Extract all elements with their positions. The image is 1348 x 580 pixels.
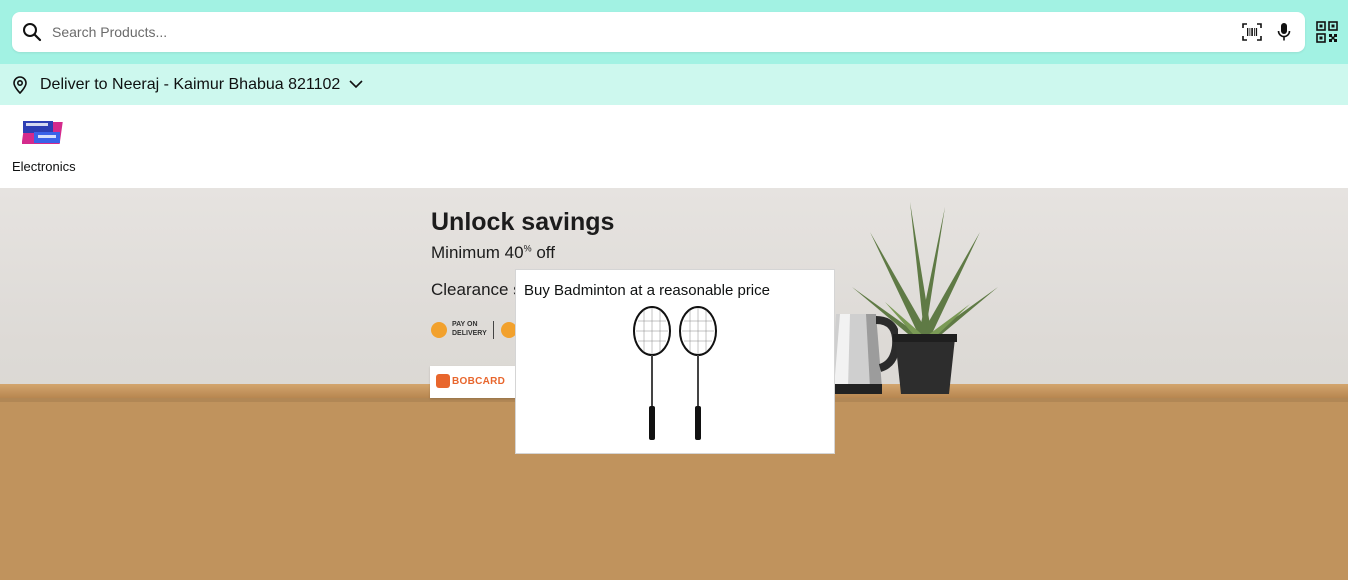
search-icon[interactable] xyxy=(22,22,42,42)
qr-code-icon[interactable] xyxy=(1316,21,1338,43)
delivery-address-text[interactable]: Deliver to Neeraj - Kaimur Bhabua 821102 xyxy=(40,76,340,94)
badminton-racket-image xyxy=(633,306,717,440)
product-popup-badminton[interactable]: Buy Badminton at a reasonable price xyxy=(515,269,835,454)
plant-image xyxy=(852,202,998,394)
banner-subtitle: Minimum 40% off xyxy=(431,243,555,262)
category-label: Electronics xyxy=(12,159,76,174)
bank-offer-card: BOBCARD xyxy=(430,366,518,398)
category-strip: Electronics xyxy=(0,105,1348,188)
bank-logo-icon xyxy=(436,374,450,388)
bank-offer-label: BOBCARD xyxy=(452,376,506,387)
category-electronics[interactable]: Electronics xyxy=(8,117,84,177)
search-input[interactable] xyxy=(52,12,1232,52)
popup-title: Buy Badminton at a reasonable price xyxy=(524,282,770,299)
delivery-location-bar[interactable]: Deliver to Neeraj - Kaimur Bhabua 821102 xyxy=(0,64,1348,105)
banner-title: Unlock savings xyxy=(431,208,615,236)
barcode-scan-icon[interactable] xyxy=(1242,23,1262,41)
top-header xyxy=(0,0,1348,64)
pay-on-delivery-label: PAY ON DELIVERY xyxy=(452,321,487,337)
location-pin-icon xyxy=(13,76,27,94)
best-deal-logo xyxy=(22,121,63,144)
banner-clearance-text: Clearance s xyxy=(431,280,522,299)
microphone-icon[interactable] xyxy=(1276,22,1292,42)
pay-on-delivery-icon xyxy=(431,322,447,338)
search-bar[interactable] xyxy=(12,12,1305,52)
chevron-down-icon[interactable] xyxy=(348,78,364,90)
